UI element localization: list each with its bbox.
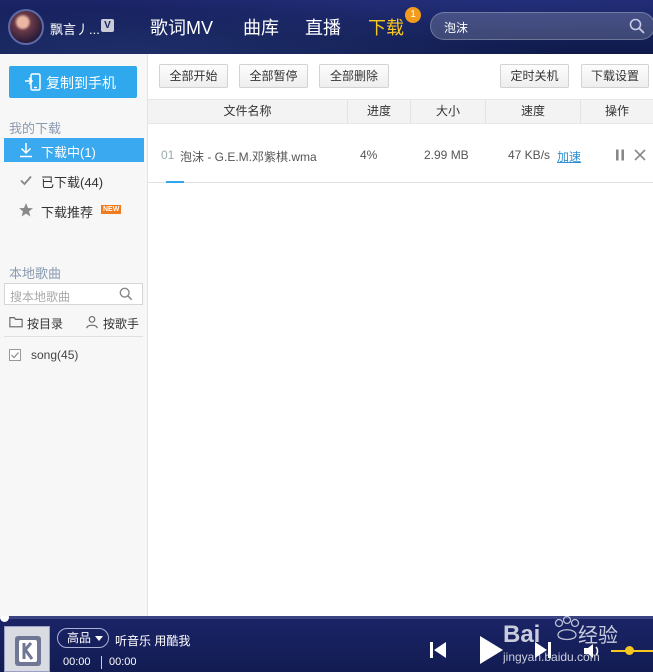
- row-index: 01: [161, 148, 175, 162]
- close-icon[interactable]: [633, 148, 647, 162]
- column-header-progress[interactable]: 进度: [348, 100, 411, 123]
- chevron-down-icon: [95, 636, 103, 641]
- user-icon: [86, 316, 98, 329]
- play-icon[interactable]: [477, 634, 505, 666]
- column-header-actions: 操作: [604, 104, 629, 118]
- table-header: 文件名称 进度 大小 速度 操作: [148, 99, 653, 124]
- top-bar: 飘言丿... V 歌词MV 曲库 直播 下载 1 泡沫: [0, 0, 653, 54]
- sidebar-item-downloaded[interactable]: 已下载(44): [4, 168, 144, 192]
- column-header-name[interactable]: 文件名称: [148, 100, 348, 123]
- vip-badge[interactable]: V: [101, 19, 114, 32]
- sidebar-item-downloading[interactable]: 下载中(1): [4, 138, 144, 162]
- copy-to-phone-button[interactable]: 复制到手机: [9, 66, 137, 98]
- nav-lyrics-mv[interactable]: 歌词MV: [150, 14, 213, 40]
- filter-label: 按歌手: [103, 317, 140, 331]
- avatar[interactable]: [8, 9, 44, 45]
- local-songs-title: 本地歌曲: [9, 266, 62, 281]
- previous-track-icon[interactable]: [428, 640, 448, 660]
- time-separator: [101, 656, 102, 669]
- seek-bar[interactable]: [0, 616, 653, 619]
- delete-all-button[interactable]: 全部删除: [319, 64, 389, 88]
- download-settings-button[interactable]: 下载设置: [581, 64, 649, 88]
- row-progress: 4%: [360, 148, 378, 162]
- pause-all-button[interactable]: 全部暂停: [239, 64, 308, 88]
- phone-transfer-icon: [25, 73, 41, 91]
- table-row[interactable]: 01 泡沫 - G.E.M.邓紫棋.wma 4% 2.99 MB 47 KB/s…: [148, 125, 653, 183]
- new-tag: NEW: [101, 205, 122, 214]
- download-count-badge: 1: [405, 7, 421, 23]
- start-all-button[interactable]: 全部开始: [159, 64, 228, 88]
- next-track-icon[interactable]: [533, 640, 553, 660]
- quality-label: 高品: [67, 631, 92, 645]
- player-bar: 高品 听音乐 用酷我 00:00 00:00: [0, 616, 653, 672]
- volume-handle[interactable]: [625, 646, 634, 655]
- folder-icon: [9, 317, 23, 328]
- checkbox-icon[interactable]: [9, 349, 21, 361]
- search-icon[interactable]: [119, 287, 133, 301]
- divider: [4, 336, 143, 337]
- star-icon: [19, 203, 33, 217]
- local-search-box[interactable]: 搜本地歌曲: [4, 283, 143, 305]
- pause-icon[interactable]: [613, 148, 627, 162]
- nav-library[interactable]: 曲库: [243, 14, 279, 40]
- sidebar-item-recommended[interactable]: 下载推荐 NEW: [4, 198, 144, 222]
- check-icon: [20, 175, 32, 186]
- filter-label: 按目录: [27, 317, 64, 331]
- speedup-link[interactable]: 加速: [557, 148, 581, 165]
- download-panel: 全部开始 全部暂停 全部删除 定时关机 下载设置 文件名称 进度 大小 速度 操…: [148, 54, 653, 616]
- sidebar-item-label: 下载中(1): [41, 145, 96, 160]
- column-header-size[interactable]: 大小: [411, 100, 486, 123]
- album-cover[interactable]: [4, 626, 50, 672]
- kuwo-logo-icon: [15, 636, 41, 666]
- timer-shutdown-button[interactable]: 定时关机: [500, 64, 569, 88]
- column-header-speed[interactable]: 速度: [486, 100, 581, 123]
- seek-handle[interactable]: [0, 616, 9, 622]
- nav-download[interactable]: 下载: [368, 14, 404, 40]
- song-folder-label: song(45): [31, 348, 79, 362]
- sidebar-item-label: 下载推荐: [41, 205, 94, 220]
- local-search-input[interactable]: 搜本地歌曲: [10, 288, 70, 305]
- now-playing-text: 听音乐 用酷我: [115, 634, 191, 648]
- nav-live[interactable]: 直播: [305, 14, 341, 40]
- my-downloads-title: 我的下载: [9, 121, 62, 136]
- username[interactable]: 飘言丿...: [50, 19, 100, 38]
- row-size: 2.99 MB: [424, 148, 469, 162]
- row-speed: 47 KB/s: [508, 148, 551, 162]
- sidebar-item-label: 已下载(44): [41, 175, 104, 190]
- volume-icon[interactable]: [583, 643, 603, 659]
- copy-to-phone-label: 复制到手机: [46, 75, 116, 91]
- quality-selector[interactable]: 高品: [57, 628, 109, 648]
- row-file-name: 泡沫 - G.E.M.邓紫棋.wma: [180, 150, 317, 164]
- sidebar: 复制到手机 我的下载 下载中(1) 已下载(44) 下载推荐 NEW 本地歌曲 …: [0, 54, 148, 616]
- total-time: 00:00: [109, 656, 137, 668]
- elapsed-time: 00:00: [63, 656, 91, 668]
- search-input[interactable]: 泡沫: [444, 19, 468, 36]
- download-arrow-icon: [20, 143, 32, 158]
- search-box[interactable]: 泡沫: [430, 12, 653, 40]
- row-divider: [148, 182, 653, 183]
- search-icon[interactable]: [629, 18, 645, 34]
- row-progress-bar: [166, 181, 184, 183]
